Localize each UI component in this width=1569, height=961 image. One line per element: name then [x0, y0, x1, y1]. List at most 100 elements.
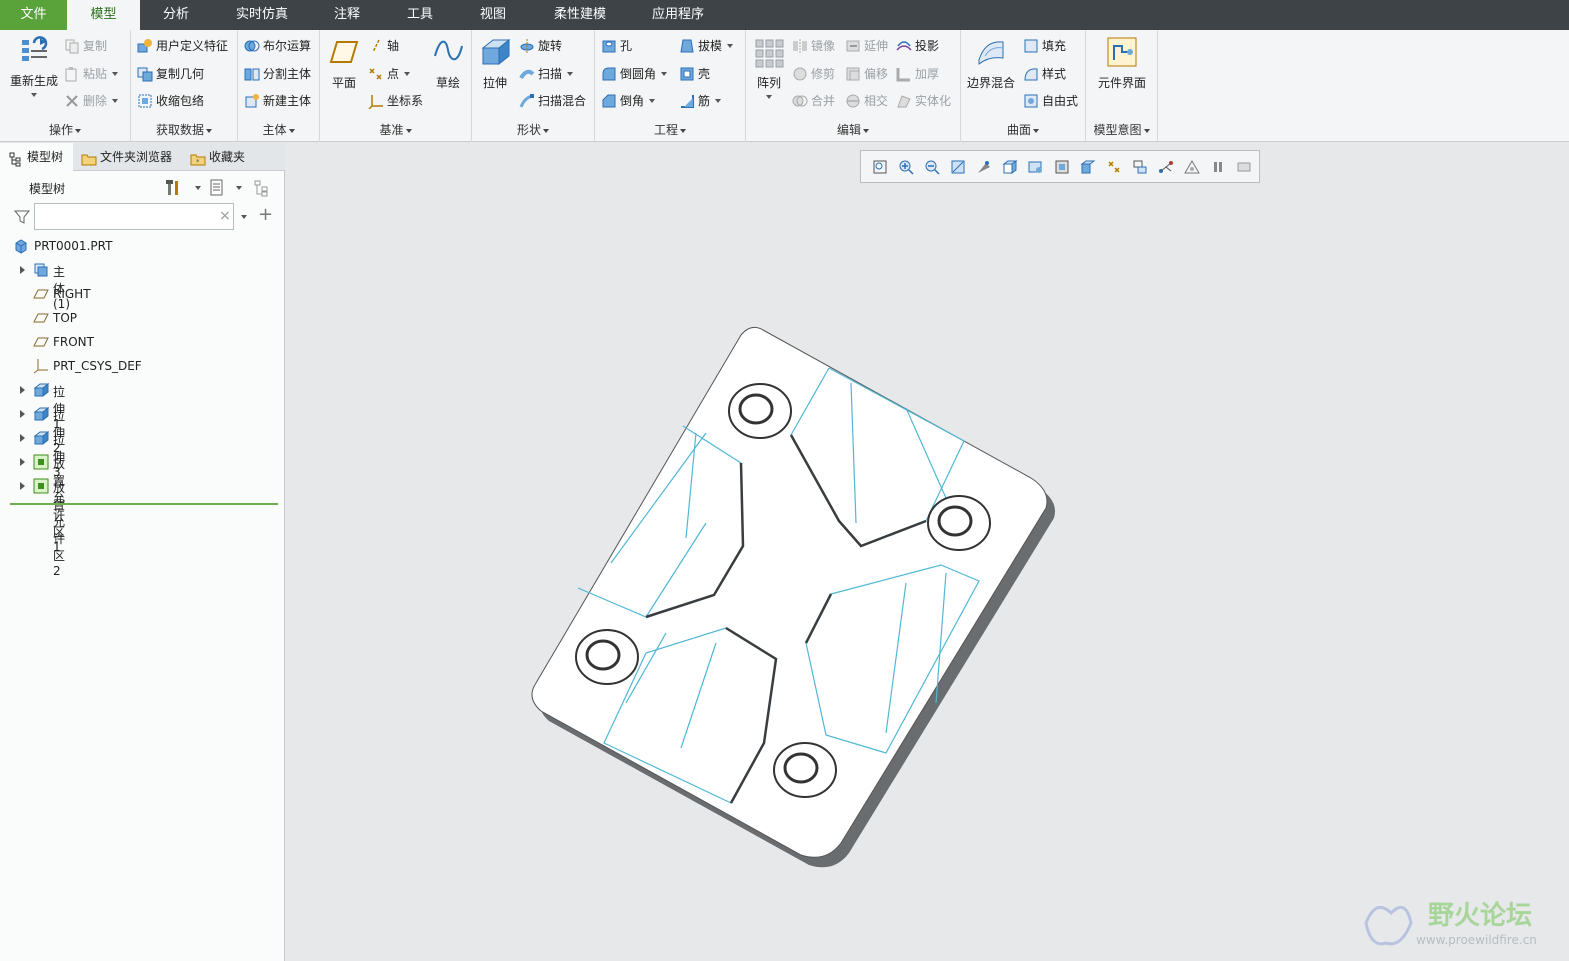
- show-menu-icon[interactable]: [209, 179, 225, 196]
- shell-icon: [679, 66, 695, 82]
- point-label: 点: [387, 67, 400, 81]
- watermark-title: 野火论坛: [1428, 901, 1533, 931]
- tree-search-input[interactable]: [34, 203, 234, 230]
- expand-arrow-icon[interactable]: [20, 410, 25, 418]
- project-button[interactable]: 投影: [896, 37, 939, 54]
- group-label-body[interactable]: 主体: [238, 121, 319, 138]
- sketch-button[interactable]: 草绘: [432, 36, 464, 91]
- expand-arrow-icon[interactable]: [20, 266, 25, 274]
- tab-tools[interactable]: 工具: [382, 0, 458, 30]
- new-body-button[interactable]: 新建主体: [244, 92, 311, 109]
- shell-button[interactable]: 壳: [679, 65, 710, 82]
- solidify-button[interactable]: 实体化: [896, 92, 951, 109]
- tab-applications[interactable]: 应用程序: [632, 0, 724, 30]
- extrude-icon: [33, 406, 50, 422]
- expand-arrow-icon[interactable]: [20, 458, 25, 466]
- placement-zone-icon: [33, 478, 49, 494]
- fill-button[interactable]: 填充: [1023, 37, 1066, 54]
- extrude-button[interactable]: 拉伸: [476, 36, 514, 91]
- graphics-window[interactable]: 野火论坛 www.proewildfire.cn: [286, 143, 1569, 961]
- style-button[interactable]: 样式: [1023, 65, 1066, 82]
- chevron-down-icon[interactable]: [241, 215, 247, 219]
- tab-annotate[interactable]: 注释: [312, 0, 382, 30]
- csys-button[interactable]: 坐标系: [368, 92, 423, 110]
- rib-button[interactable]: 筋: [679, 92, 722, 109]
- add-icon[interactable]: +: [258, 204, 273, 225]
- chevron-down-icon[interactable]: [112, 98, 119, 103]
- tree-columns-icon[interactable]: [254, 179, 270, 197]
- tab-analysis[interactable]: 分析: [140, 0, 212, 30]
- intersect-button[interactable]: 相交: [845, 92, 888, 109]
- trim-button[interactable]: 修剪: [792, 65, 835, 82]
- chevron-down-icon[interactable]: [661, 71, 668, 76]
- fill-icon: [1023, 38, 1039, 54]
- group-label-editing[interactable]: 编辑: [746, 121, 960, 138]
- clear-icon[interactable]: ×: [219, 208, 231, 224]
- expand-arrow-icon[interactable]: [20, 434, 25, 442]
- regenerate-button[interactable]: 重新生成: [8, 34, 60, 97]
- component-interface-button[interactable]: 元件界面: [1092, 36, 1152, 91]
- regenerate-icon: [18, 34, 50, 66]
- swept-blend-label: 扫描混合: [538, 94, 587, 108]
- thicken-button[interactable]: 加厚: [896, 65, 939, 82]
- point-button[interactable]: 点: [368, 65, 411, 82]
- tab-folder-browser[interactable]: 文件夹浏览器: [73, 143, 182, 171]
- chevron-down-icon[interactable]: [31, 93, 37, 97]
- boolean-button[interactable]: 布尔运算: [244, 37, 311, 54]
- chevron-down-icon[interactable]: [112, 71, 119, 76]
- chevron-down-icon[interactable]: [567, 71, 574, 76]
- chamfer-button[interactable]: 倒角: [601, 92, 656, 109]
- revolve-button[interactable]: 旋转: [519, 37, 562, 54]
- group-label-get-data[interactable]: 获取数据: [131, 121, 237, 138]
- merge-button[interactable]: 合并: [792, 92, 835, 109]
- chevron-down-icon[interactable]: [404, 71, 411, 76]
- delete-button[interactable]: 删除: [64, 92, 119, 109]
- group-label-engineering[interactable]: 工程: [595, 121, 745, 138]
- tab-flexible-modeling[interactable]: 柔性建模: [528, 0, 632, 30]
- group-label-model-intent[interactable]: 模型意图: [1086, 121, 1157, 138]
- tab-live-simulation[interactable]: 实时仿真: [212, 0, 312, 30]
- group-label-datum[interactable]: 基准: [320, 121, 471, 138]
- chevron-down-icon[interactable]: [727, 43, 734, 48]
- expand-arrow-icon[interactable]: [20, 386, 25, 394]
- chevron-down-icon[interactable]: [766, 95, 772, 99]
- pattern-button[interactable]: 阵列: [750, 36, 788, 99]
- axis-button[interactable]: 轴: [368, 37, 399, 54]
- tab-file[interactable]: 文件: [0, 0, 67, 30]
- copy-geometry-button[interactable]: 复制几何: [137, 65, 204, 82]
- round-button[interactable]: 倒圆角: [601, 65, 668, 82]
- freestyle-button[interactable]: 自由式: [1023, 92, 1078, 109]
- tab-favorites[interactable]: * 收藏夹: [182, 143, 255, 171]
- draft-button[interactable]: 拔模: [679, 37, 734, 54]
- split-body-button[interactable]: 分割主体: [244, 65, 311, 82]
- boundary-blend-button[interactable]: 边界混合: [965, 36, 1017, 91]
- mirror-button[interactable]: 镜像: [792, 37, 835, 54]
- group-label-surfaces[interactable]: 曲面: [961, 121, 1085, 138]
- shrinkwrap-button[interactable]: 收缩包络: [137, 92, 204, 109]
- copy-button[interactable]: 复制: [64, 37, 107, 54]
- chevron-down-icon[interactable]: [236, 186, 242, 190]
- axis-label: 轴: [387, 39, 400, 53]
- udf-label: 用户定义特征: [156, 39, 229, 53]
- chevron-down-icon[interactable]: [715, 98, 722, 103]
- tab-model[interactable]: 模型: [67, 0, 140, 30]
- tab-model-tree[interactable]: 模型树: [0, 143, 74, 171]
- group-label-operations[interactable]: 操作: [0, 121, 130, 138]
- offset-button[interactable]: 偏移: [845, 65, 888, 82]
- swept-blend-button[interactable]: 扫描混合: [519, 92, 586, 109]
- sweep-button[interactable]: 扫描: [519, 65, 574, 82]
- expand-arrow-icon[interactable]: [20, 482, 25, 490]
- paste-button[interactable]: 粘贴: [64, 65, 119, 82]
- filter-icon[interactable]: [13, 209, 31, 225]
- udf-button[interactable]: 用户定义特征: [137, 37, 228, 54]
- settings-tools-icon[interactable]: [166, 179, 182, 195]
- chevron-down-icon[interactable]: [649, 98, 656, 103]
- hole-button[interactable]: 孔: [601, 37, 632, 54]
- part-model-view[interactable]: [286, 143, 1569, 961]
- group-get-data: 用户定义特征 复制几何 收缩包络 获取数据: [131, 30, 238, 142]
- tab-view[interactable]: 视图: [458, 0, 528, 30]
- datum-plane-button[interactable]: 平面: [326, 36, 362, 91]
- extend-button[interactable]: 延伸: [845, 37, 888, 54]
- chevron-down-icon[interactable]: [195, 186, 201, 190]
- group-label-shapes[interactable]: 形状: [472, 121, 594, 138]
